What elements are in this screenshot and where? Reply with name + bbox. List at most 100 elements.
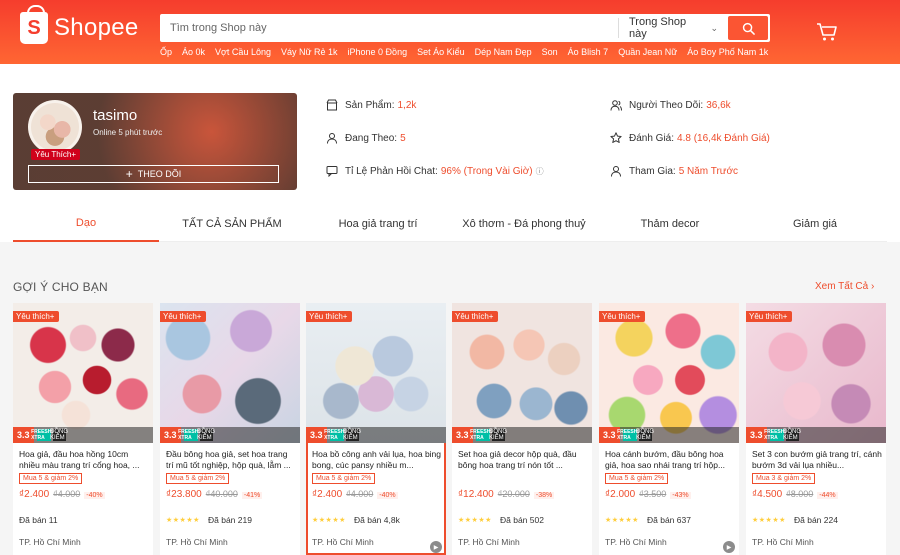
suggestion-link[interactable]: Ốp: [160, 47, 172, 57]
product-image[interactable]: [306, 303, 446, 443]
suggestion-link[interactable]: Áo Boy Phố Nam 1k: [687, 47, 768, 57]
see-all-link[interactable]: Xem Tất Cả ›: [815, 281, 874, 292]
favorite-tag: Yêu thích+: [306, 311, 353, 322]
search-scope-label: Trong Shop này: [629, 16, 687, 40]
stat-products: Sản Phẩm: 1,2k: [326, 99, 416, 111]
product-image[interactable]: [160, 303, 300, 443]
product-price: ₫2.000 ₫3.500 -43%: [605, 489, 691, 500]
product-location: TP. Hồ Chí Minh: [752, 537, 814, 547]
product-card[interactable]: Yêu thích+ 3.3 FREESHIP XTRA ĐỒNG KIỂM ▶…: [599, 303, 739, 555]
stat-chat-response: Tỉ Lệ Phản Hồi Chat: 96% (Trong Vài Giờ)…: [326, 165, 544, 177]
user-joined-icon: [611, 166, 621, 177]
original-price: ₫40.000: [205, 489, 238, 499]
current-price: ₫4.500: [752, 489, 783, 500]
suggestion-link[interactable]: Vợt Cầu Lông: [215, 47, 271, 57]
deal-badge: Mua 5 & giảm 2%: [605, 473, 669, 484]
stat-joined: Tham Gia: 5 Năm Trước: [610, 165, 738, 177]
product-name[interactable]: Hoa cánh bướm, đầu bông hoa giả, hoa sao…: [605, 449, 735, 471]
product-name[interactable]: Đầu bông hoa giả, set hoa trang trí mũ t…: [166, 449, 296, 471]
product-price: ₫23.800 ₫40.000 -41%: [166, 489, 263, 500]
original-price: ₫4.000: [346, 489, 374, 499]
product-name[interactable]: Set hoa giả decor hộp quà, đầu bông hoa …: [458, 449, 588, 471]
shop-card: Yêu Thích+ tasimo Online 5 phút trước + …: [13, 93, 297, 190]
original-price: ₫4.000: [53, 489, 81, 499]
store-icon: [326, 99, 338, 111]
favorite-tag: Yêu thích+: [452, 311, 499, 322]
search-input[interactable]: [163, 15, 613, 41]
rating-stars: ★★★★★: [312, 517, 346, 524]
sold-count: Đã bán 224: [794, 515, 838, 525]
deal-badge: Mua 5 & giảm 2%: [312, 473, 376, 484]
product-name[interactable]: Hoa giả, đầu hoa hồng 10cm nhiều màu tra…: [19, 449, 149, 471]
promo-bar: 3.3 FREESHIP XTRA ĐỒNG KIỂM: [13, 427, 153, 443]
suggestion-link[interactable]: Son: [542, 47, 558, 57]
favorite-tag: Yêu thích+: [160, 311, 207, 322]
stat-label: Sản Phẩm:: [345, 99, 395, 111]
promo-bar: 3.3 FREESHIP XTRA ĐỒNG KIỂM: [599, 427, 739, 443]
product-image[interactable]: [13, 303, 153, 443]
promo-bar: 3.3 FREESHIP XTRA ĐỒNG KIỂM: [746, 427, 886, 443]
suggestion-link[interactable]: iPhone 0 Đồng: [348, 47, 408, 57]
follow-label: THEO DÕI: [137, 169, 182, 179]
sold-count: Đã bán 637: [647, 515, 691, 525]
top-header: S Shopee Trong Shop này ⌄ Ốp Áo 0k Vợt C…: [0, 0, 900, 64]
stat-value: 4.8 (16,4k Đánh Giá): [677, 132, 770, 144]
suggestion-link[interactable]: Áo 0k: [182, 47, 205, 57]
product-location: TP. Hồ Chí Minh: [605, 537, 667, 547]
search-scope-dropdown[interactable]: Trong Shop này ⌄: [618, 16, 718, 40]
current-price: ₫12.400: [458, 489, 494, 500]
suggestion-link[interactable]: Set Áo Kiểu: [417, 47, 465, 57]
tab-carpet-decor[interactable]: Thảm decor: [597, 205, 743, 242]
current-price: ₫23.800: [166, 489, 202, 500]
info-icon[interactable]: ⓘ: [536, 166, 544, 177]
favorite-tag: Yêu thích+: [746, 311, 793, 322]
chevron-down-icon: ⌄: [710, 22, 718, 33]
tab-discounts[interactable]: Giảm giá: [743, 205, 887, 242]
cart-icon[interactable]: [816, 22, 838, 42]
product-image[interactable]: [746, 303, 886, 443]
product-card[interactable]: Yêu thích+ 3.3 FREESHIP XTRA ĐỒNG KIỂM Đ…: [160, 303, 300, 555]
stat-label: Đánh Giá:: [629, 132, 675, 144]
product-price: ₫12.400 ₫20.000 -38%: [458, 489, 555, 500]
discount-badge: -41%: [241, 492, 263, 499]
brand-name: Shopee: [54, 14, 139, 41]
product-location: TP. Hồ Chí Minh: [458, 537, 520, 547]
tab-sage-crystals[interactable]: Xô thơm - Đá phong thuỷ: [451, 205, 597, 242]
sold-count: Đã bán 4,8k: [354, 515, 400, 525]
product-card[interactable]: Yêu thích+ 3.3 FREESHIP XTRA ĐỒNG KIỂM S…: [452, 303, 592, 555]
suggestion-link[interactable]: Áo Blish 7: [568, 47, 609, 57]
mall-badge: ĐỒNG KIỂM: [489, 429, 508, 441]
suggestion-link[interactable]: Váy Nữ Rẻ 1k: [281, 47, 338, 57]
stat-value: 5: [400, 132, 406, 144]
product-name[interactable]: Hoa bồ công anh vải lụa, hoa bing bong, …: [312, 449, 442, 471]
product-card[interactable]: Yêu thích+ 3.3 FREESHIP XTRA ĐỒNG KIỂM S…: [746, 303, 886, 555]
tab-dao[interactable]: Dạo: [13, 205, 159, 242]
shop-tabs: Dạo TẤT CẢ SẢN PHẨM Hoa giả trang trí Xô…: [13, 205, 887, 242]
promo-bar: 3.3 FREESHIP XTRA ĐỒNG KIỂM: [160, 427, 300, 443]
sold-count: Đã bán 11: [19, 515, 58, 525]
favorite-tag: Yêu thích+: [599, 311, 646, 322]
suggestion-link[interactable]: Dép Nam Đẹp: [475, 47, 532, 57]
product-image[interactable]: [599, 303, 739, 443]
freeship-badge: FREESHIP XTRA: [31, 429, 57, 441]
product-image[interactable]: [452, 303, 592, 443]
search-button[interactable]: [728, 16, 768, 40]
chevron-right-icon: ›: [870, 281, 875, 292]
play-video-icon[interactable]: ▶: [723, 541, 735, 553]
freeship-badge: FREESHIP XTRA: [324, 429, 350, 441]
product-card[interactable]: Yêu thích+ 3.3 FREESHIP XTRA ĐỒNG KIỂM H…: [13, 303, 153, 555]
suggestion-link[interactable]: Quần Jean Nữ: [618, 47, 677, 57]
chat-icon: [326, 166, 338, 177]
follow-button[interactable]: + THEO DÕI: [28, 165, 279, 183]
tab-artificial-flowers[interactable]: Hoa giả trang trí: [305, 205, 451, 242]
product-card[interactable]: Yêu thích+ 3.3 FREESHIP XTRA ĐỒNG KIỂM ▶…: [306, 303, 446, 555]
stat-value: 1,2k: [397, 99, 417, 111]
shopee-logo[interactable]: S Shopee: [20, 5, 139, 44]
play-video-icon[interactable]: ▶: [430, 541, 442, 553]
search-icon: [742, 22, 755, 35]
product-name[interactable]: Set 3 con bướm giả trang trí, cánh bướm …: [752, 449, 882, 471]
see-all-label: Xem Tất Cả: [815, 281, 869, 292]
shop-avatar[interactable]: [28, 100, 82, 154]
original-price: ₫3.500: [639, 489, 667, 499]
tab-all-products[interactable]: TẤT CẢ SẢN PHẨM: [159, 205, 305, 242]
